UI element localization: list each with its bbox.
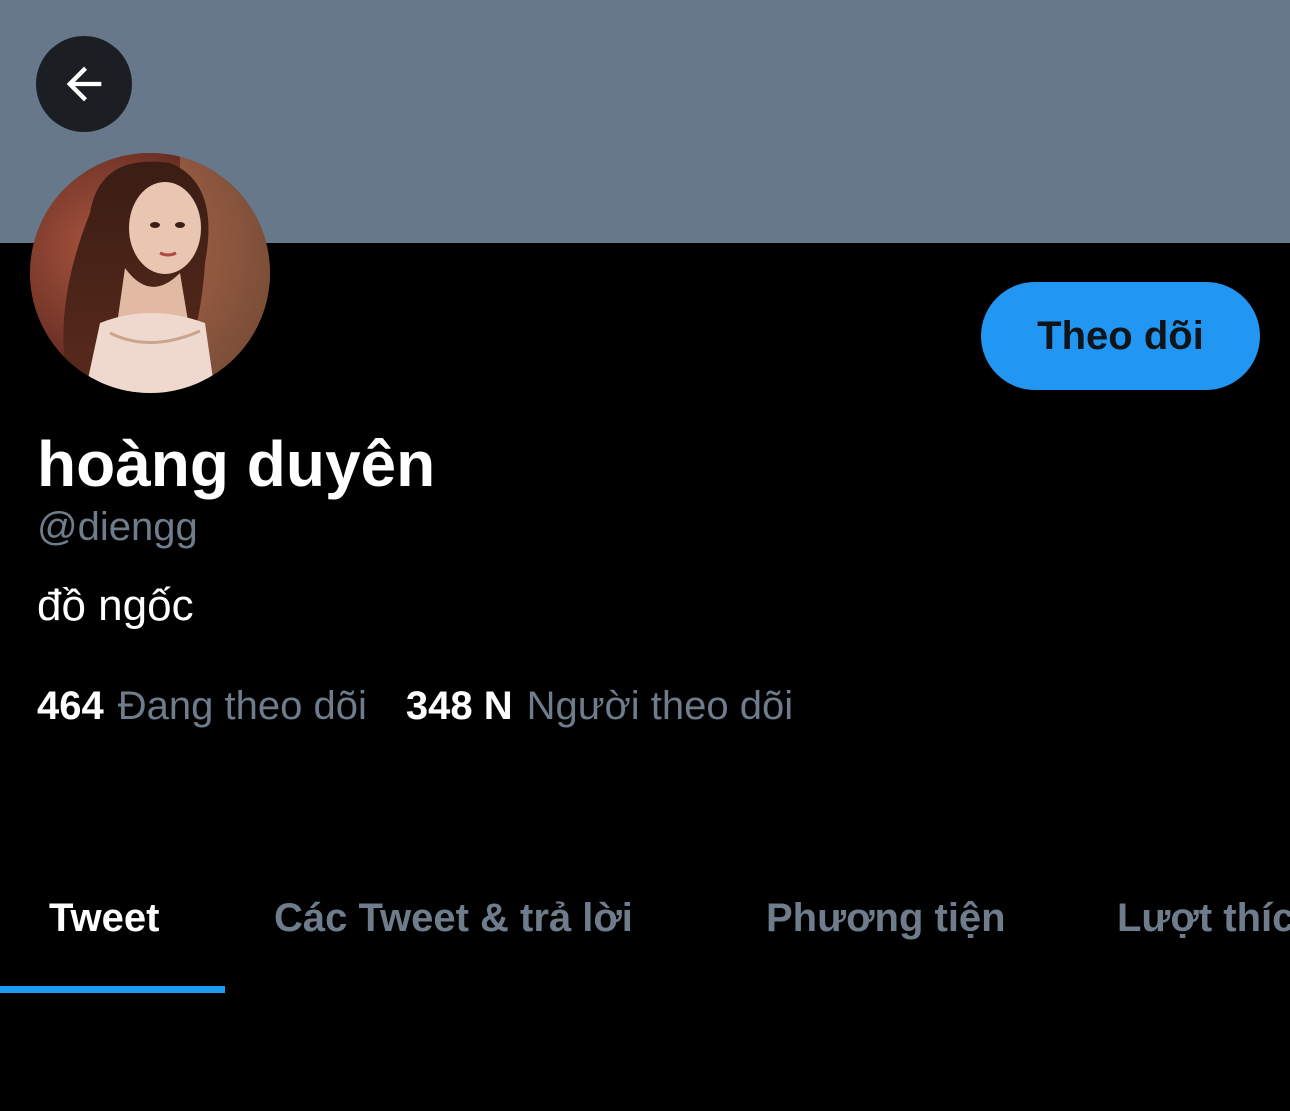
profile-bio: đồ ngốc <box>37 581 194 630</box>
profile-stats: 464 Đang theo dõi 348 N Người theo dõi <box>37 683 793 729</box>
profile-tabs: Tweet Các Tweet & trả lời Phương tiện Lư… <box>0 860 1290 995</box>
active-tab-indicator <box>0 986 225 993</box>
display-name: hoàng duyên <box>37 428 436 500</box>
following-label: Đang theo dõi <box>117 684 367 728</box>
followers-count: 348 N <box>405 684 513 728</box>
back-button[interactable] <box>36 36 132 132</box>
profile-page: Theo dõi hoàng duyên @diengg đồ ngốc 464… <box>0 0 1290 1111</box>
following-stat[interactable]: 464 Đang theo dõi <box>37 683 367 729</box>
followers-stat[interactable]: 348 N Người theo dõi <box>406 683 793 729</box>
arrow-left-icon <box>66 66 102 102</box>
tab-media[interactable]: Phương tiện <box>766 890 1006 946</box>
follow-button[interactable]: Theo dõi <box>981 282 1260 390</box>
followers-label: Người theo dõi <box>526 684 794 728</box>
user-handle: @diengg <box>37 505 198 549</box>
avatar[interactable] <box>30 153 270 393</box>
tab-tweets-and-replies[interactable]: Các Tweet & trả lời <box>274 890 633 946</box>
tab-tweets[interactable]: Tweet <box>49 890 159 946</box>
tab-likes[interactable]: Lượt thích <box>1117 890 1290 946</box>
avatar-photo <box>30 153 270 393</box>
following-count: 464 <box>37 684 104 728</box>
